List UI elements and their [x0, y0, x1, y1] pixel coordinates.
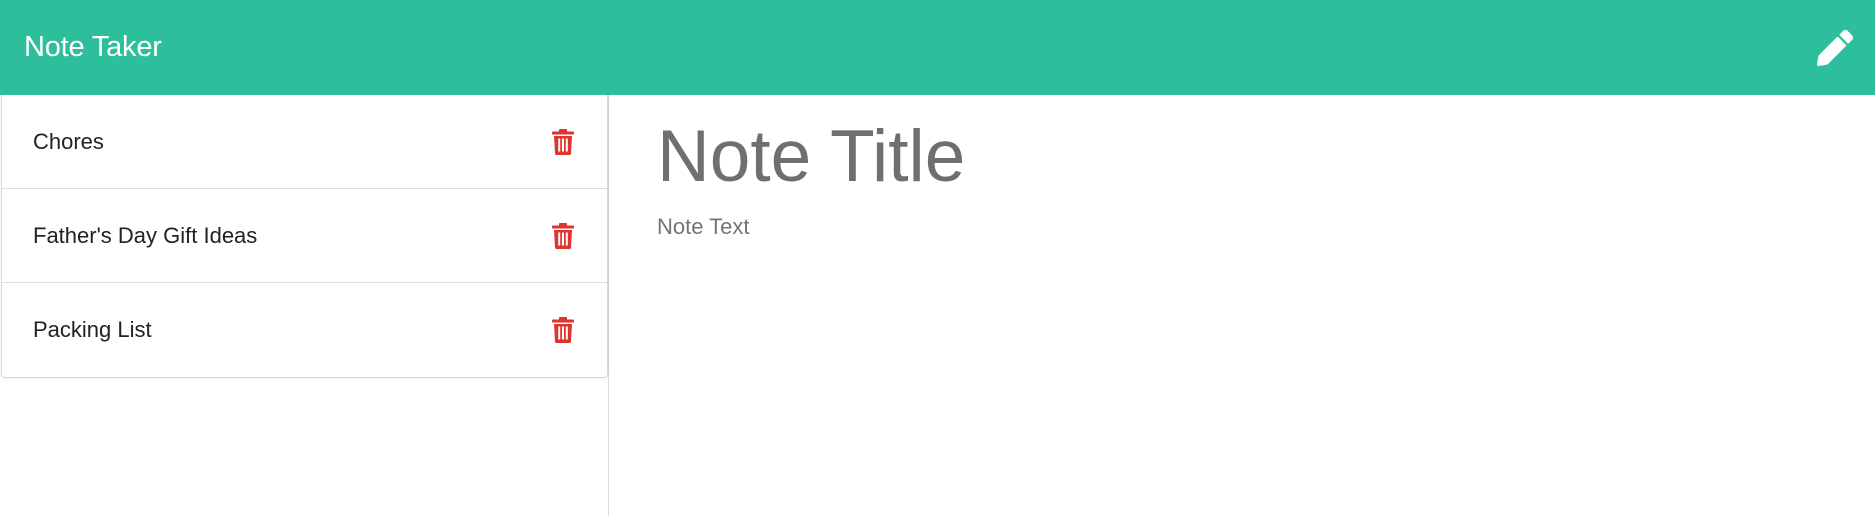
delete-note-button[interactable]: [549, 315, 577, 345]
trash-icon: [552, 317, 574, 343]
notes-sidebar: Chores Father's Day Gift Ideas Packing L…: [0, 95, 609, 516]
note-editor: [610, 95, 1875, 516]
trash-icon: [552, 128, 574, 155]
note-title-input[interactable]: [657, 106, 1807, 206]
list-item[interactable]: Packing List: [2, 283, 607, 377]
delete-note-button[interactable]: [549, 221, 577, 251]
list-item[interactable]: Father's Day Gift Ideas: [2, 189, 607, 283]
note-text-input[interactable]: [657, 214, 1807, 494]
brand-title[interactable]: Note Taker: [24, 31, 162, 64]
trash-icon: [552, 222, 574, 249]
note-item-title[interactable]: Chores: [33, 129, 104, 155]
note-list: Chores Father's Day Gift Ideas Packing L…: [1, 95, 608, 378]
note-item-title[interactable]: Packing List: [33, 317, 152, 343]
list-item[interactable]: Chores: [2, 95, 607, 189]
new-note-button[interactable]: [1813, 26, 1857, 70]
navbar: Note Taker: [0, 0, 1875, 95]
note-item-title[interactable]: Father's Day Gift Ideas: [33, 223, 257, 249]
pencil-icon: [1817, 29, 1853, 66]
delete-note-button[interactable]: [549, 127, 577, 157]
